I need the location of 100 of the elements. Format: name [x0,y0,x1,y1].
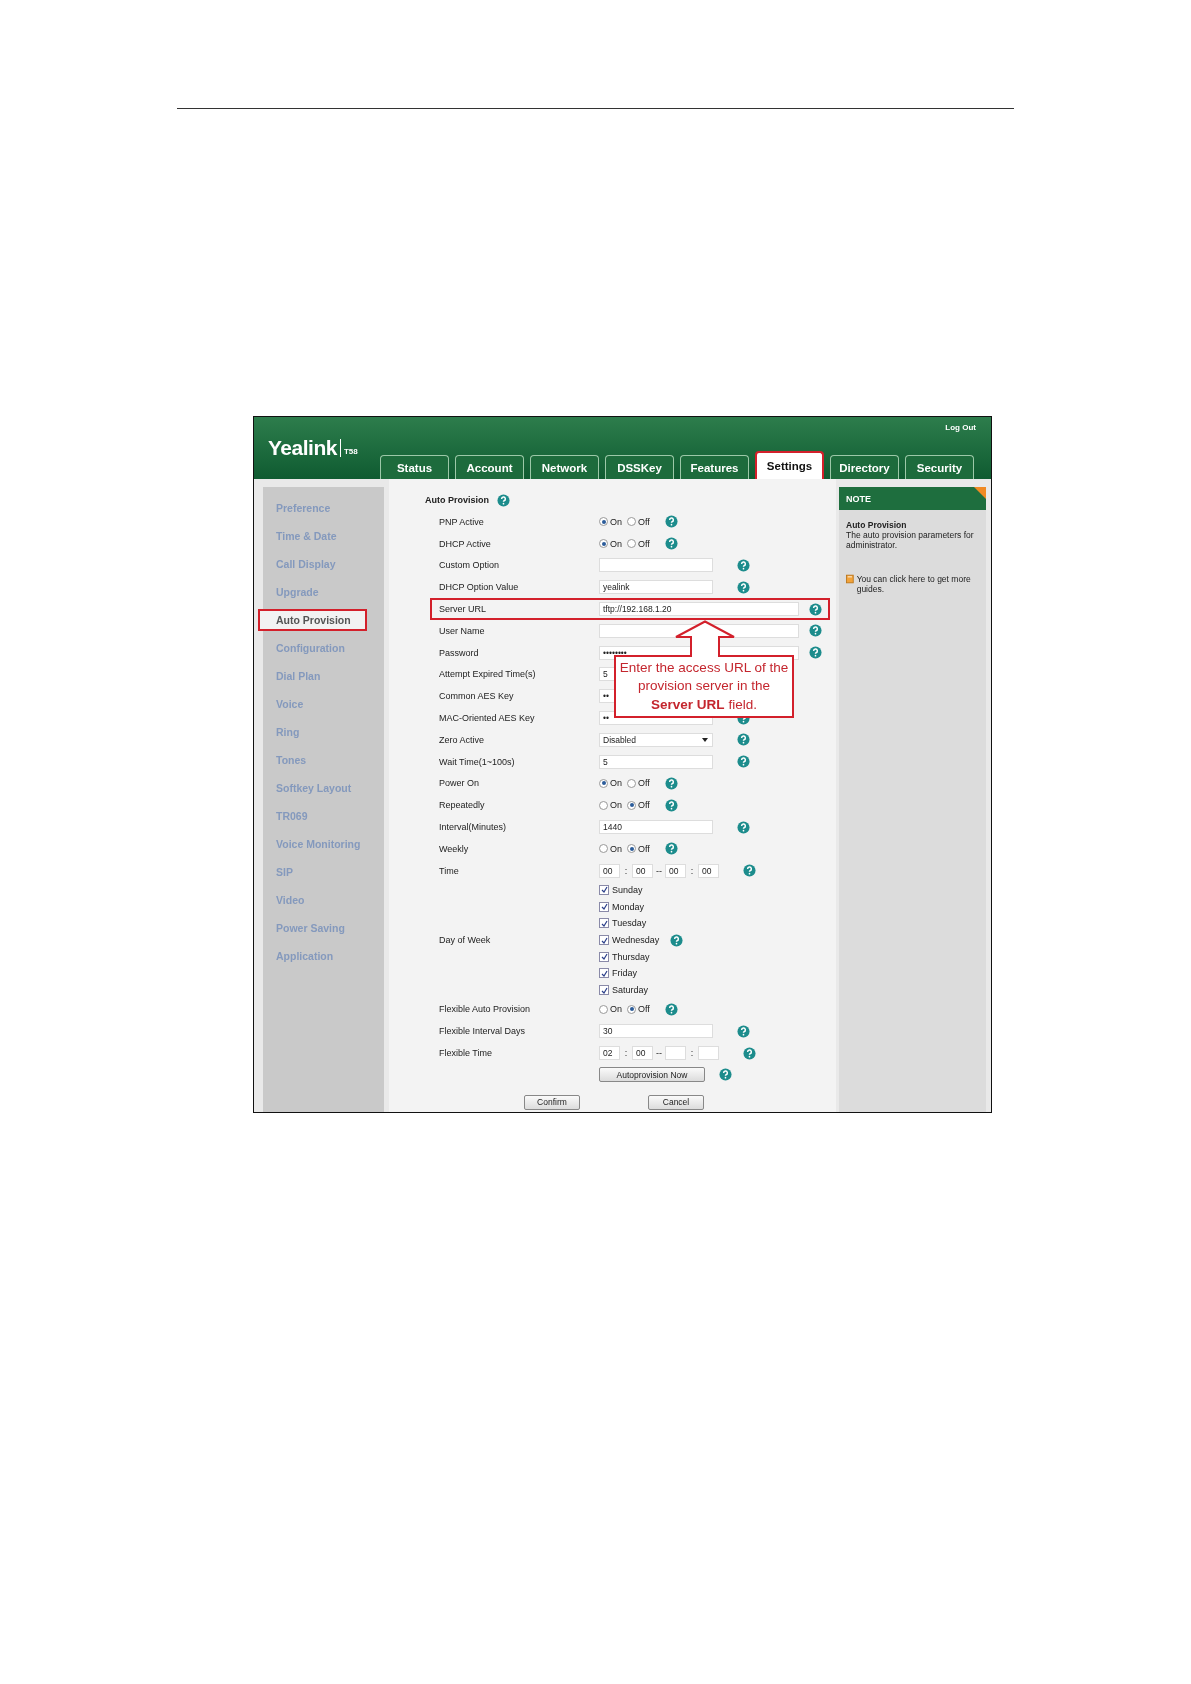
radio-label: On [610,843,622,854]
guide-link[interactable]: You can click here to get more guides. [856,574,979,594]
help-icon[interactable] [737,733,750,747]
help-icon[interactable] [737,755,750,769]
input-field[interactable]: 00 [665,863,686,878]
radio-button[interactable] [599,844,608,854]
checkbox-label: Sunday [612,885,643,895]
time-separator: : [623,865,629,876]
field-label: MAC-Oriented AES Key [439,713,536,724]
radio-button[interactable] [627,778,636,788]
section-title: Auto Provision [425,495,489,505]
checkbox-label: Wednesday [612,935,660,946]
note-heading: NOTE [846,493,871,504]
help-icon[interactable] [737,820,750,834]
radio-label: Off [638,516,650,527]
help-icon[interactable] [670,933,684,947]
autoprovision-button[interactable]: Autoprovision Now [599,1067,705,1083]
radio-label: Off [638,1004,650,1015]
sidebar-item[interactable]: Auto Provision [258,609,367,631]
help-icon[interactable] [743,864,756,878]
field-label: Interval(Minutes) [439,822,508,833]
help-icon[interactable] [737,580,750,594]
radio-label: Off [638,800,650,811]
input-field[interactable]: 5 [599,754,713,769]
logout-link[interactable]: Log Out [945,423,976,432]
form-button[interactable]: Confirm [524,1094,580,1110]
radio-button[interactable] [599,517,608,527]
nav-tab[interactable]: Status [380,455,449,479]
field-label: DHCP Option Value [439,582,520,593]
help-icon[interactable] [809,602,822,616]
help-icon[interactable] [809,624,822,638]
radio-label: On [610,516,622,527]
checkbox[interactable] [599,951,609,962]
field-label: Attempt Expired Time(s) [439,669,537,680]
help-icon[interactable] [664,537,678,551]
radio-button[interactable] [599,800,608,810]
checkbox[interactable] [599,918,609,929]
corner-fold-icon [974,487,986,499]
checkbox-label: Tuesday [612,918,647,929]
input-field[interactable]: 30 [599,1024,713,1039]
nav-tab[interactable]: Network [530,455,599,479]
input-field[interactable]: 1440 [599,820,713,835]
checkbox[interactable] [599,935,609,946]
input-field[interactable]: 00 [632,1046,653,1061]
input-field[interactable]: 02 [599,1046,620,1061]
checkbox[interactable] [599,885,609,895]
radio-button[interactable] [627,539,636,549]
help-icon[interactable] [664,1002,678,1016]
dropdown[interactable]: Disabled [599,732,713,747]
nav-tab[interactable]: Account [455,455,524,479]
nav-tab[interactable]: Settings [755,451,824,479]
checkbox[interactable] [599,968,609,979]
time-separator: : [623,1048,629,1059]
radio-button[interactable] [627,844,636,854]
nav-tab[interactable]: DSSKey [605,455,674,479]
input-field[interactable]: tftp://192.168.1.20 [599,602,799,617]
help-icon[interactable] [664,842,678,856]
field-label: Flexible Interval Days [439,1026,527,1037]
help-icon[interactable] [664,798,678,812]
radio-button[interactable] [599,539,608,549]
field-label: Day of Week [439,935,492,946]
help-icon[interactable] [809,646,822,660]
checkbox[interactable] [599,901,609,912]
time-separator: -- [655,1048,663,1059]
field-label: Server URL [439,604,487,615]
help-icon[interactable] [664,776,678,790]
radio-button[interactable] [599,1004,608,1014]
field-label: Power On [439,778,481,789]
field-label: Repeatedly [439,800,486,811]
nav-tab[interactable]: Directory [830,455,899,479]
radio-button[interactable] [599,778,608,788]
input-field[interactable]: 00 [698,863,719,878]
input-field[interactable] [599,558,713,573]
note-title: Auto Provision [846,520,908,530]
radio-label: Off [638,538,650,549]
help-icon[interactable] [737,1024,750,1038]
input-field[interactable]: 00 [632,863,653,878]
help-icon[interactable] [737,559,750,572]
radio-button[interactable] [627,517,636,527]
radio-button[interactable] [627,800,636,810]
field-label: Flexible Time [439,1048,493,1059]
time-separator: : [689,1048,695,1059]
checkbox[interactable] [599,985,609,996]
help-icon[interactable] [664,515,678,529]
field-label: DHCP Active [439,538,492,549]
book-icon [846,574,854,584]
nav-tab[interactable]: Security [905,455,974,479]
help-icon[interactable] [719,1068,732,1082]
input-field[interactable]: 00 [599,863,620,878]
radio-label: Off [638,843,650,854]
help-icon[interactable] [497,493,510,507]
input-field[interactable] [665,1046,686,1061]
form-button[interactable]: Cancel [648,1094,704,1110]
radio-button[interactable] [627,1004,636,1014]
help-icon[interactable] [743,1046,756,1060]
radio-label: On [610,800,622,811]
input-field[interactable] [698,1046,719,1061]
nav-tab[interactable]: Features [680,455,749,479]
input-field[interactable]: yealink [599,580,713,595]
radio-label: Off [638,778,650,789]
